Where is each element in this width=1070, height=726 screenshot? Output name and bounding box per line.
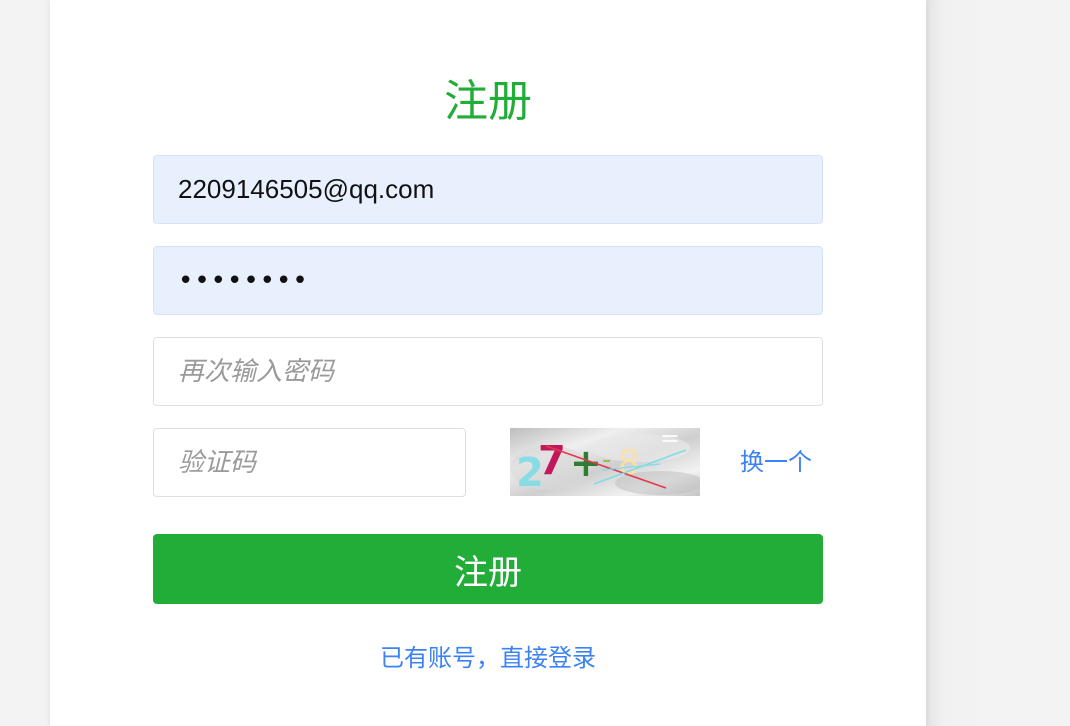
- captcha-image-graphic: 2 7 + - 8 =: [510, 428, 700, 496]
- svg-text:+: +: [570, 441, 602, 485]
- email-input[interactable]: [178, 174, 798, 205]
- password-field-container: ••••••••: [153, 246, 823, 315]
- refresh-captcha-link[interactable]: 换一个: [740, 446, 830, 478]
- register-card: 注册 •••••••• 2 7: [50, 0, 926, 726]
- captcha-input[interactable]: [178, 447, 441, 478]
- confirm-password-field-container: [153, 337, 823, 406]
- captcha-field-container: [153, 428, 466, 497]
- page-title: 注册: [444, 76, 532, 127]
- page-background-shade: [926, 0, 1070, 726]
- svg-text:-: -: [602, 445, 611, 475]
- svg-text:=: =: [660, 428, 680, 452]
- email-field-container: [153, 155, 823, 224]
- captcha-image[interactable]: 2 7 + - 8 =: [510, 428, 700, 496]
- svg-text:7: 7: [538, 438, 566, 484]
- register-button[interactable]: 注册: [153, 534, 823, 604]
- login-link[interactable]: 已有账号，直接登录: [50, 642, 926, 674]
- password-input[interactable]: ••••••••: [178, 266, 309, 296]
- confirm-password-input[interactable]: [178, 356, 798, 387]
